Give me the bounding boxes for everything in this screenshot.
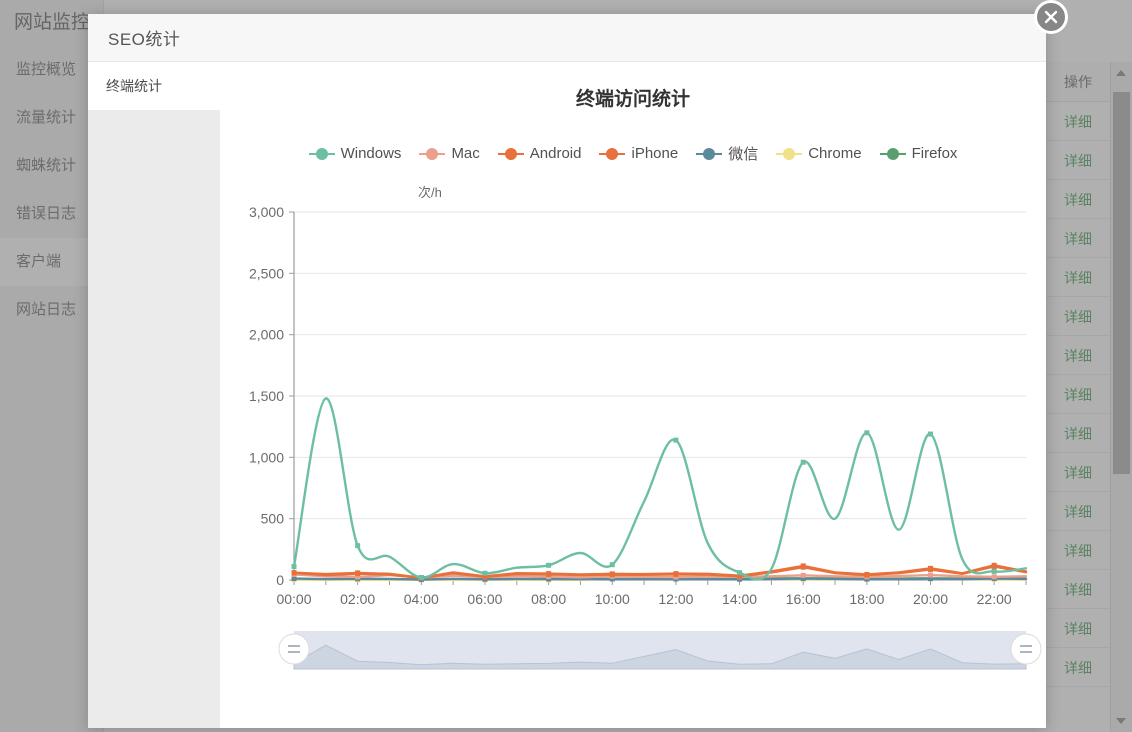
- legend-marker-icon: [599, 147, 626, 161]
- y-axis-tick-label: 2,000: [249, 327, 284, 343]
- x-axis-tick-label: 08:00: [531, 591, 566, 607]
- x-axis-tick-label: 06:00: [467, 591, 502, 607]
- legend-label: Mac: [451, 145, 480, 162]
- legend-marker-icon: [419, 147, 446, 161]
- legend-marker-icon: [308, 147, 335, 161]
- legend-label: iPhone: [631, 145, 679, 162]
- modal-nav-item-1[interactable]: 终端统计: [88, 62, 220, 110]
- modal-header: SEO统计: [88, 14, 1046, 62]
- legend-item-chrome[interactable]: Chrome: [776, 145, 862, 162]
- modal-sidebar-nav: 终端统计: [88, 62, 220, 728]
- legend-item-iphone[interactable]: iPhone: [599, 145, 678, 162]
- datazoom-slider[interactable]: [220, 625, 1046, 690]
- datazoom-handle-right[interactable]: [1010, 633, 1042, 665]
- line-chart-svg[interactable]: 0 500 1,000 1,500 2,000 2,500 3,000 00:00 02:00 0…: [220, 180, 1046, 620]
- modal-nav-item-label: 终端统计: [106, 78, 162, 94]
- legend-item-windows[interactable]: Windows: [308, 145, 402, 162]
- legend-label: Windows: [340, 145, 402, 162]
- modal-body: 终端统计 终端访问统计 Windows Mac Android iPhone 微信 Chr…: [88, 62, 1046, 728]
- x-axis-tick-label: 10:00: [595, 591, 630, 607]
- x-axis-tick-label: 20:00: [913, 591, 948, 607]
- x-axis-tick-label: 16:00: [786, 591, 821, 607]
- datazoom-handle-left[interactable]: [278, 633, 310, 665]
- close-icon[interactable]: [1034, 0, 1068, 34]
- series-windows: [291, 397, 1028, 581]
- y-axis-tick-label: 2,500: [249, 265, 284, 281]
- modal-title: SEO统计: [108, 30, 181, 49]
- y-axis-tick-label: 0: [276, 572, 284, 588]
- legend-item-微信[interactable]: 微信: [696, 143, 758, 164]
- y-axis-tick-label: 1,500: [249, 388, 284, 404]
- legend-item-android[interactable]: Android: [497, 145, 582, 162]
- x-axis-tick-label: 12:00: [658, 591, 693, 607]
- modal-content: 终端访问统计 Windows Mac Android iPhone 微信 Chrome Fi…: [220, 62, 1046, 728]
- x-axis-tick-label: 18:00: [849, 591, 884, 607]
- chart-legend: Windows Mac Android iPhone 微信 Chrome Firefox: [220, 143, 1046, 164]
- legend-marker-icon: [776, 147, 803, 161]
- chart-title: 终端访问统计: [575, 89, 690, 110]
- x-axis-tick-label: 00:00: [276, 591, 311, 607]
- x-axis-tick-label: 22:00: [977, 591, 1012, 607]
- legend-item-firefox[interactable]: Firefox: [879, 145, 958, 162]
- legend-marker-icon: [696, 147, 723, 161]
- y-axis-tick-label: 3,000: [249, 204, 284, 220]
- legend-label: 微信: [728, 146, 759, 163]
- legend-marker-icon: [879, 147, 906, 161]
- legend-label: Chrome: [808, 145, 862, 162]
- x-axis-tick-label: 02:00: [340, 591, 375, 607]
- legend-label: Android: [529, 145, 582, 162]
- chart-plot-area: 次/h 0 500 1,000 1,500 2,000 2,500 3,000 00:00 02…: [220, 180, 1046, 625]
- y-axis-unit-label: 次/h: [418, 185, 442, 200]
- y-axis-tick-label: 1,000: [249, 449, 284, 465]
- x-axis-tick-label: 14:00: [722, 591, 757, 607]
- legend-item-mac[interactable]: Mac: [419, 145, 480, 162]
- seo-stats-modal: SEO统计 终端统计 终端访问统计 Windows Mac Android iPhon…: [88, 0, 1068, 728]
- x-axis-tick-label: 04:00: [404, 591, 439, 607]
- datazoom-svg[interactable]: [220, 625, 1046, 685]
- legend-marker-icon: [497, 147, 524, 161]
- legend-label: Firefox: [911, 145, 958, 162]
- y-axis-tick-label: 500: [261, 511, 285, 527]
